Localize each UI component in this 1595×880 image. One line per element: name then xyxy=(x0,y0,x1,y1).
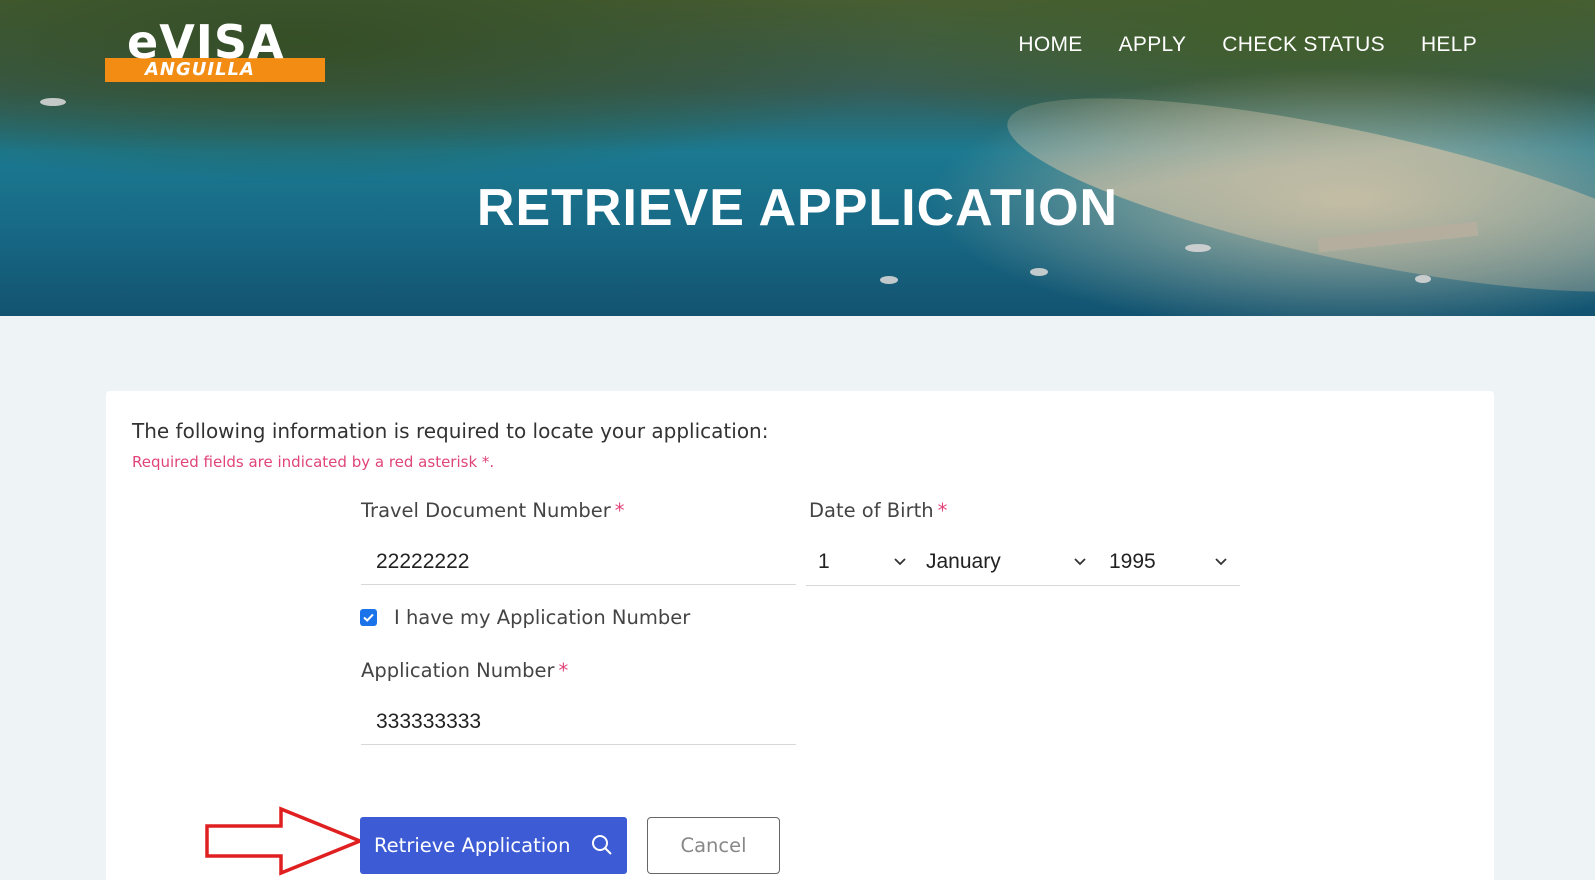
application-number-field[interactable] xyxy=(361,699,796,745)
red-arrow-annotation xyxy=(205,806,364,876)
required-asterisk: * xyxy=(558,659,569,682)
travel-document-field[interactable] xyxy=(361,539,796,585)
has-application-number-row: I have my Application Number xyxy=(360,606,690,629)
form-intro-text: The following information is required to… xyxy=(132,419,769,443)
date-of-birth-label: Date of Birth * xyxy=(809,499,947,522)
dob-month-value: January xyxy=(926,550,1001,573)
dob-underline xyxy=(806,585,1240,586)
chevron-down-icon xyxy=(894,553,906,571)
required-fields-note: Required fields are indicated by a red a… xyxy=(132,453,495,471)
has-application-number-label: I have my Application Number xyxy=(394,606,691,629)
application-number-label-text: Application Number xyxy=(361,659,555,682)
boat-decoration xyxy=(1030,268,1048,276)
cancel-button[interactable]: Cancel xyxy=(647,817,780,874)
boat-decoration xyxy=(1415,275,1431,283)
dob-month-select[interactable]: January xyxy=(926,539,1098,585)
retrieve-application-button[interactable]: Retrieve Application xyxy=(360,817,627,874)
nav-home[interactable]: HOME xyxy=(1018,33,1082,57)
dob-day-value: 1 xyxy=(818,550,830,573)
nav-check-status[interactable]: CHECK STATUS xyxy=(1222,33,1385,57)
dob-day-select[interactable]: 1 xyxy=(818,539,918,585)
boat-decoration xyxy=(40,98,66,106)
logo-sub-text: ANGUILLA xyxy=(145,59,255,80)
nav-help[interactable]: HELP xyxy=(1421,33,1477,57)
has-application-number-checkbox[interactable] xyxy=(360,609,377,626)
page-title: RETRIEVE APPLICATION xyxy=(476,179,1119,237)
travel-document-input[interactable] xyxy=(361,539,796,584)
boat-decoration xyxy=(880,276,898,284)
required-asterisk: * xyxy=(937,499,948,522)
required-asterisk: * xyxy=(614,499,625,522)
chevron-down-icon xyxy=(1074,553,1086,571)
search-icon xyxy=(591,834,613,861)
travel-document-label-text: Travel Document Number xyxy=(361,499,611,522)
retrieve-application-label: Retrieve Application xyxy=(374,834,571,857)
chevron-down-icon xyxy=(1215,553,1227,571)
nav-apply[interactable]: APPLY xyxy=(1119,33,1187,57)
dob-year-select[interactable]: 1995 xyxy=(1109,539,1239,585)
application-number-label: Application Number * xyxy=(361,659,568,682)
application-number-input[interactable] xyxy=(361,699,796,744)
evisa-anguilla-logo[interactable]: eVISA ANGUILLA xyxy=(105,16,325,82)
dob-year-value: 1995 xyxy=(1109,550,1156,573)
boat-decoration xyxy=(1185,244,1211,252)
date-of-birth-label-text: Date of Birth xyxy=(809,499,934,522)
main-nav: HOME APPLY CHECK STATUS HELP xyxy=(1018,33,1477,57)
travel-document-label: Travel Document Number * xyxy=(361,499,624,522)
